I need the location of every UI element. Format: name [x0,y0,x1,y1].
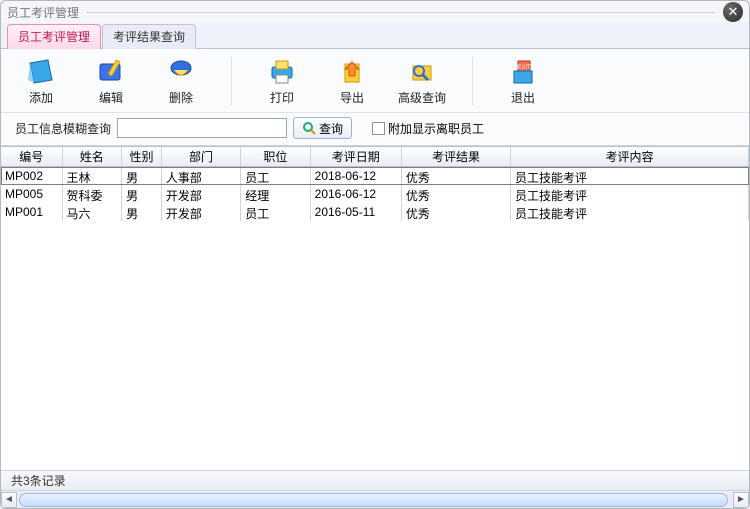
cell: 员工 [241,167,310,185]
edit-button[interactable]: 编辑 [85,57,137,106]
col-result[interactable]: 考评结果 [402,147,511,166]
cell: MP001 [1,203,63,221]
toolbar-separator [472,57,473,105]
search-icon [302,121,316,135]
exit-icon: EXIT [505,57,541,87]
cell: 优秀 [402,203,511,221]
advanced-query-icon [404,57,440,87]
toolbar-separator [231,57,232,105]
table-row[interactable]: MP005贺科委男开发部经理2016-06-12优秀员工技能考评 [1,185,749,203]
tab-result-query[interactable]: 考评结果查询 [102,24,196,49]
toolbar: 添加 编辑 删除 打印 [1,49,749,113]
checkbox-box [372,122,385,135]
query-button-label: 查询 [319,120,343,137]
col-dept[interactable]: 部门 [162,147,241,166]
tab-strip: 员工考评管理 考评结果查询 [1,23,749,49]
cell: 男 [122,185,162,203]
window-title: 员工考评管理 [7,4,79,21]
grid-body[interactable]: MP002王林男人事部员工2018-06-12优秀员工技能考评MP005贺科委男… [1,167,749,470]
col-id[interactable]: 编号 [1,147,63,166]
horizontal-scrollbar[interactable]: ◄ ► [1,490,749,508]
print-icon [264,57,300,87]
status-bar: 共3条记录 [1,470,749,490]
edit-icon [93,57,129,87]
cell: 2016-05-11 [311,203,402,221]
print-label: 打印 [270,89,294,106]
col-date[interactable]: 考评日期 [311,147,402,166]
export-label: 导出 [340,89,364,106]
cell: MP005 [1,185,63,203]
svg-text:EXIT: EXIT [517,65,531,71]
cell: 优秀 [402,185,511,203]
cell: 2018-06-12 [311,167,402,185]
advanced-query-button[interactable]: 高级查询 [396,57,448,106]
export-button[interactable]: 导出 [326,57,378,106]
tab-label: 员工考评管理 [18,30,90,44]
close-icon: ✕ [728,4,739,20]
record-count: 共3条记录 [11,472,66,489]
print-button[interactable]: 打印 [256,57,308,106]
search-bar: 员工信息模糊查询 查询 附加显示离职员工 [1,113,749,146]
show-left-employees-checkbox[interactable]: 附加显示离职员工 [372,120,484,137]
search-label: 员工信息模糊查询 [15,120,111,137]
add-icon [23,57,59,87]
cell: MP002 [1,167,63,185]
grid-header: 编号 姓名 性别 部门 职位 考评日期 考评结果 考评内容 [1,147,749,167]
col-content[interactable]: 考评内容 [511,147,749,166]
col-pos[interactable]: 职位 [241,147,310,166]
titlebar-divider [87,12,715,13]
exit-label: 退出 [511,89,535,106]
cell: 开发部 [162,203,241,221]
delete-button[interactable]: 删除 [155,57,207,106]
cell: 男 [122,167,162,185]
title-bar: 员工考评管理 ✕ [1,1,749,23]
cell: 贺科委 [63,185,123,203]
scroll-thumb[interactable] [19,493,728,507]
cell: 男 [122,203,162,221]
col-name[interactable]: 姓名 [63,147,123,166]
tab-evaluation-mgmt[interactable]: 员工考评管理 [7,24,101,49]
delete-icon [163,57,199,87]
cell: 2016-06-12 [311,185,402,203]
delete-label: 删除 [169,89,193,106]
cell: 优秀 [402,167,511,185]
cell: 员工技能考评 [511,185,749,203]
close-button[interactable]: ✕ [723,2,743,22]
cell: 马六 [63,203,123,221]
cell: 员工 [241,203,310,221]
advanced-query-label: 高级查询 [398,89,446,106]
scroll-left-arrow[interactable]: ◄ [1,492,17,508]
export-icon [334,57,370,87]
checkbox-label: 附加显示离职员工 [388,120,484,137]
search-input[interactable] [117,118,287,138]
scroll-right-arrow[interactable]: ► [733,492,749,508]
exit-button[interactable]: EXIT 退出 [497,57,549,106]
query-button[interactable]: 查询 [293,117,352,139]
cell: 员工技能考评 [511,167,749,185]
table-row[interactable]: MP002王林男人事部员工2018-06-12优秀员工技能考评 [1,167,749,185]
scroll-track[interactable] [17,492,733,508]
cell: 王林 [63,167,123,185]
table-row[interactable]: MP001马六男开发部员工2016-05-11优秀员工技能考评 [1,203,749,221]
data-grid: 编号 姓名 性别 部门 职位 考评日期 考评结果 考评内容 MP002王林男人事… [1,146,749,470]
tab-label: 考评结果查询 [113,30,185,44]
edit-label: 编辑 [99,89,123,106]
cell: 经理 [241,185,310,203]
cell: 人事部 [162,167,241,185]
col-gender[interactable]: 性别 [122,147,162,166]
add-button[interactable]: 添加 [15,57,67,106]
cell: 开发部 [162,185,241,203]
cell: 员工技能考评 [511,203,749,221]
add-label: 添加 [29,89,53,106]
